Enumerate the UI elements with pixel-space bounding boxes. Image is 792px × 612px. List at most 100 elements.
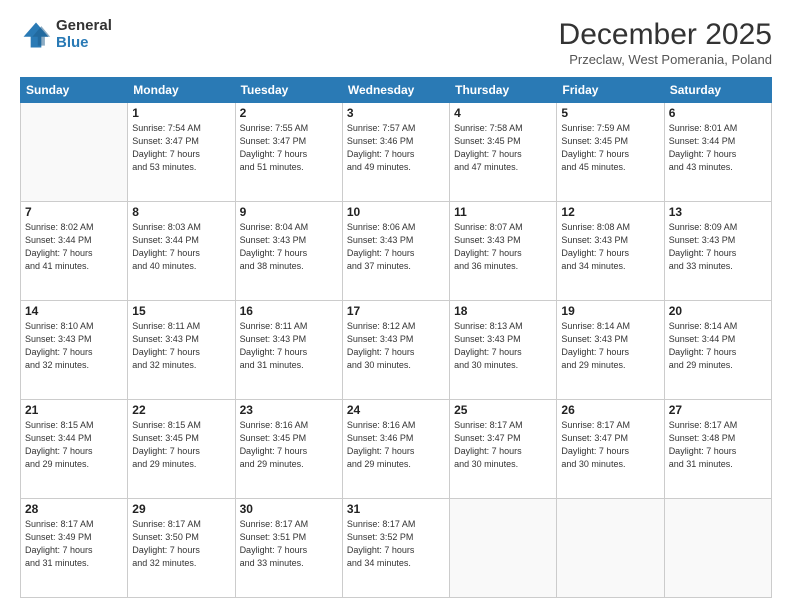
day-number: 27 [669, 403, 767, 417]
day-number: 7 [25, 205, 123, 219]
title-block: December 2025 Przeclaw, West Pomerania, … [559, 18, 772, 67]
day-info: Sunrise: 8:02 AMSunset: 3:44 PMDaylight:… [25, 221, 123, 273]
day-number: 19 [561, 304, 659, 318]
day-info: Sunrise: 8:08 AMSunset: 3:43 PMDaylight:… [561, 221, 659, 273]
day-info: Sunrise: 8:17 AMSunset: 3:52 PMDaylight:… [347, 518, 445, 570]
day-number: 6 [669, 106, 767, 120]
cell-w2-d2: 8 Sunrise: 8:03 AMSunset: 3:44 PMDaylight… [128, 202, 235, 301]
day-info: Sunrise: 7:59 AMSunset: 3:45 PMDaylight:… [561, 122, 659, 174]
day-info: Sunrise: 8:16 AMSunset: 3:45 PMDaylight:… [240, 419, 338, 471]
day-info: Sunrise: 8:17 AMSunset: 3:47 PMDaylight:… [454, 419, 552, 471]
calendar-header-row: Sunday Monday Tuesday Wednesday Thursday… [21, 78, 772, 103]
day-number: 22 [132, 403, 230, 417]
day-number: 1 [132, 106, 230, 120]
month-title: December 2025 [559, 18, 772, 52]
cell-w5-d5 [450, 499, 557, 598]
cell-w2-d6: 12Sunrise: 8:08 AMSunset: 3:43 PMDayligh… [557, 202, 664, 301]
day-info: Sunrise: 8:14 AMSunset: 3:44 PMDaylight:… [669, 320, 767, 372]
cell-w1-d3: 2Sunrise: 7:55 AMSunset: 3:47 PMDaylight… [235, 103, 342, 202]
cell-w3-d3: 16Sunrise: 8:11 AMSunset: 3:43 PMDayligh… [235, 301, 342, 400]
week-row-2: 7 Sunrise: 8:02 AMSunset: 3:44 PMDaylight… [21, 202, 772, 301]
day-number: 26 [561, 403, 659, 417]
cell-w5-d7 [664, 499, 771, 598]
col-sunday: Sunday [21, 78, 128, 103]
cell-w5-d2: 29 Sunrise: 8:17 AMSunset: 3:50 PMDayligh… [128, 499, 235, 598]
day-info: Sunrise: 7:57 AMSunset: 3:46 PMDaylight:… [347, 122, 445, 174]
cell-w2-d4: 10 Sunrise: 8:06 AMSunset: 3:43 PMDayligh… [342, 202, 449, 301]
col-saturday: Saturday [664, 78, 771, 103]
col-monday: Monday [128, 78, 235, 103]
day-info: Sunrise: 8:17 AMSunset: 3:50 PMDaylight:… [132, 518, 230, 570]
day-number: 8 [132, 205, 230, 219]
day-info: Sunrise: 8:06 AMSunset: 3:43 PMDaylight:… [347, 221, 445, 273]
day-info: Sunrise: 8:11 AMSunset: 3:43 PMDaylight:… [132, 320, 230, 372]
day-number: 4 [454, 106, 552, 120]
col-tuesday: Tuesday [235, 78, 342, 103]
cell-w1-d7: 6 Sunrise: 8:01 AMSunset: 3:44 PMDaylight… [664, 103, 771, 202]
logo-text: General Blue [56, 18, 112, 51]
header: General Blue December 2025 Przeclaw, Wes… [20, 18, 772, 67]
day-number: 23 [240, 403, 338, 417]
day-info: Sunrise: 8:17 AMSunset: 3:48 PMDaylight:… [669, 419, 767, 471]
cell-w3-d1: 14Sunrise: 8:10 AMSunset: 3:43 PMDayligh… [21, 301, 128, 400]
logo-icon [20, 19, 52, 51]
cell-w1-d6: 5 Sunrise: 7:59 AMSunset: 3:45 PMDaylight… [557, 103, 664, 202]
cell-w4-d1: 21 Sunrise: 8:15 AMSunset: 3:44 PMDayligh… [21, 400, 128, 499]
cell-w1-d2: 1 Sunrise: 7:54 AMSunset: 3:47 PMDaylight… [128, 103, 235, 202]
day-info: Sunrise: 8:09 AMSunset: 3:43 PMDaylight:… [669, 221, 767, 273]
day-number: 15 [132, 304, 230, 318]
day-info: Sunrise: 7:55 AMSunset: 3:47 PMDaylight:… [240, 122, 338, 174]
day-number: 9 [240, 205, 338, 219]
day-number: 17 [347, 304, 445, 318]
day-info: Sunrise: 8:17 AMSunset: 3:49 PMDaylight:… [25, 518, 123, 570]
cell-w5-d4: 31Sunrise: 8:17 AMSunset: 3:52 PMDayligh… [342, 499, 449, 598]
week-row-4: 21 Sunrise: 8:15 AMSunset: 3:44 PMDayligh… [21, 400, 772, 499]
day-info: Sunrise: 8:14 AMSunset: 3:43 PMDaylight:… [561, 320, 659, 372]
day-number: 24 [347, 403, 445, 417]
day-number: 13 [669, 205, 767, 219]
day-info: Sunrise: 8:17 AMSunset: 3:47 PMDaylight:… [561, 419, 659, 471]
day-info: Sunrise: 8:03 AMSunset: 3:44 PMDaylight:… [132, 221, 230, 273]
cell-w3-d4: 17Sunrise: 8:12 AMSunset: 3:43 PMDayligh… [342, 301, 449, 400]
day-info: Sunrise: 8:15 AMSunset: 3:45 PMDaylight:… [132, 419, 230, 471]
day-number: 20 [669, 304, 767, 318]
cell-w1-d5: 4Sunrise: 7:58 AMSunset: 3:45 PMDaylight… [450, 103, 557, 202]
cell-w4-d7: 27 Sunrise: 8:17 AMSunset: 3:48 PMDayligh… [664, 400, 771, 499]
cell-w5-d6 [557, 499, 664, 598]
day-number: 11 [454, 205, 552, 219]
day-number: 3 [347, 106, 445, 120]
cell-w2-d7: 13 Sunrise: 8:09 AMSunset: 3:43 PMDayligh… [664, 202, 771, 301]
day-number: 10 [347, 205, 445, 219]
day-info: Sunrise: 8:10 AMSunset: 3:43 PMDaylight:… [25, 320, 123, 372]
cell-w2-d5: 11 Sunrise: 8:07 AMSunset: 3:43 PMDayligh… [450, 202, 557, 301]
week-row-5: 28 Sunrise: 8:17 AMSunset: 3:49 PMDayligh… [21, 499, 772, 598]
week-row-3: 14Sunrise: 8:10 AMSunset: 3:43 PMDayligh… [21, 301, 772, 400]
day-number: 21 [25, 403, 123, 417]
cell-w5-d1: 28 Sunrise: 8:17 AMSunset: 3:49 PMDayligh… [21, 499, 128, 598]
cell-w5-d3: 30Sunrise: 8:17 AMSunset: 3:51 PMDayligh… [235, 499, 342, 598]
cell-w1-d4: 3 Sunrise: 7:57 AMSunset: 3:46 PMDaylight… [342, 103, 449, 202]
day-number: 5 [561, 106, 659, 120]
day-info: Sunrise: 8:01 AMSunset: 3:44 PMDaylight:… [669, 122, 767, 174]
cell-w1-d1 [21, 103, 128, 202]
cell-w3-d5: 18Sunrise: 8:13 AMSunset: 3:43 PMDayligh… [450, 301, 557, 400]
day-info: Sunrise: 8:04 AMSunset: 3:43 PMDaylight:… [240, 221, 338, 273]
day-number: 28 [25, 502, 123, 516]
day-number: 29 [132, 502, 230, 516]
day-info: Sunrise: 8:17 AMSunset: 3:51 PMDaylight:… [240, 518, 338, 570]
calendar-table: Sunday Monday Tuesday Wednesday Thursday… [20, 77, 772, 598]
cell-w4-d2: 22 Sunrise: 8:15 AMSunset: 3:45 PMDayligh… [128, 400, 235, 499]
cell-w3-d6: 19 Sunrise: 8:14 AMSunset: 3:43 PMDayligh… [557, 301, 664, 400]
day-info: Sunrise: 8:07 AMSunset: 3:43 PMDaylight:… [454, 221, 552, 273]
day-number: 18 [454, 304, 552, 318]
col-friday: Friday [557, 78, 664, 103]
cell-w2-d3: 9 Sunrise: 8:04 AMSunset: 3:43 PMDaylight… [235, 202, 342, 301]
day-info: Sunrise: 7:54 AMSunset: 3:47 PMDaylight:… [132, 122, 230, 174]
logo-blue-label: Blue [56, 35, 112, 52]
logo-general-label: General [56, 18, 112, 35]
cell-w4-d6: 26 Sunrise: 8:17 AMSunset: 3:47 PMDayligh… [557, 400, 664, 499]
cell-w4-d4: 24Sunrise: 8:16 AMSunset: 3:46 PMDayligh… [342, 400, 449, 499]
cell-w3-d2: 15 Sunrise: 8:11 AMSunset: 3:43 PMDayligh… [128, 301, 235, 400]
day-info: Sunrise: 8:15 AMSunset: 3:44 PMDaylight:… [25, 419, 123, 471]
cell-w4-d5: 25Sunrise: 8:17 AMSunset: 3:47 PMDayligh… [450, 400, 557, 499]
